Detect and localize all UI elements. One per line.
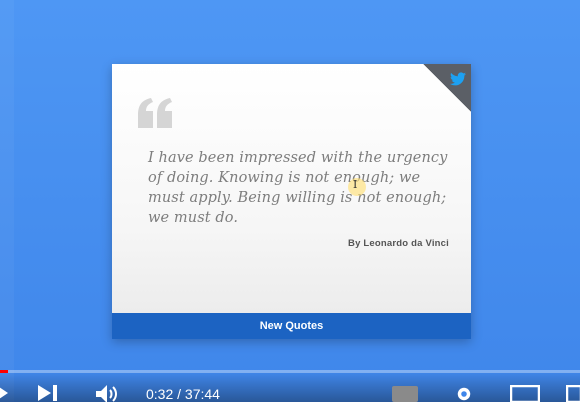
time-display: 0:32 / 37:44 (146, 386, 220, 402)
next-icon[interactable] (38, 385, 58, 401)
video-frame[interactable]: I have been impressed with the urgency o… (0, 0, 580, 402)
settings-icon[interactable] (451, 385, 477, 402)
new-quotes-button[interactable]: New Quotes (112, 313, 471, 339)
theater-icon[interactable] (566, 385, 580, 402)
quote-author: By Leonardo da Vinci (348, 238, 449, 249)
miniplayer-icon[interactable] (510, 385, 540, 402)
player-controls (0, 372, 580, 402)
quote-mark-icon (138, 98, 172, 128)
twitter-icon[interactable] (450, 72, 466, 86)
quote-card: I have been impressed with the urgency o… (112, 64, 471, 339)
text-cursor-icon: I (353, 178, 358, 191)
volume-icon[interactable] (96, 385, 122, 402)
quote-text: I have been impressed with the urgency o… (148, 150, 448, 226)
progress-fill (0, 370, 9, 373)
captions-icon[interactable] (391, 385, 419, 402)
play-icon[interactable] (0, 385, 8, 401)
progress-bar[interactable] (0, 370, 580, 373)
